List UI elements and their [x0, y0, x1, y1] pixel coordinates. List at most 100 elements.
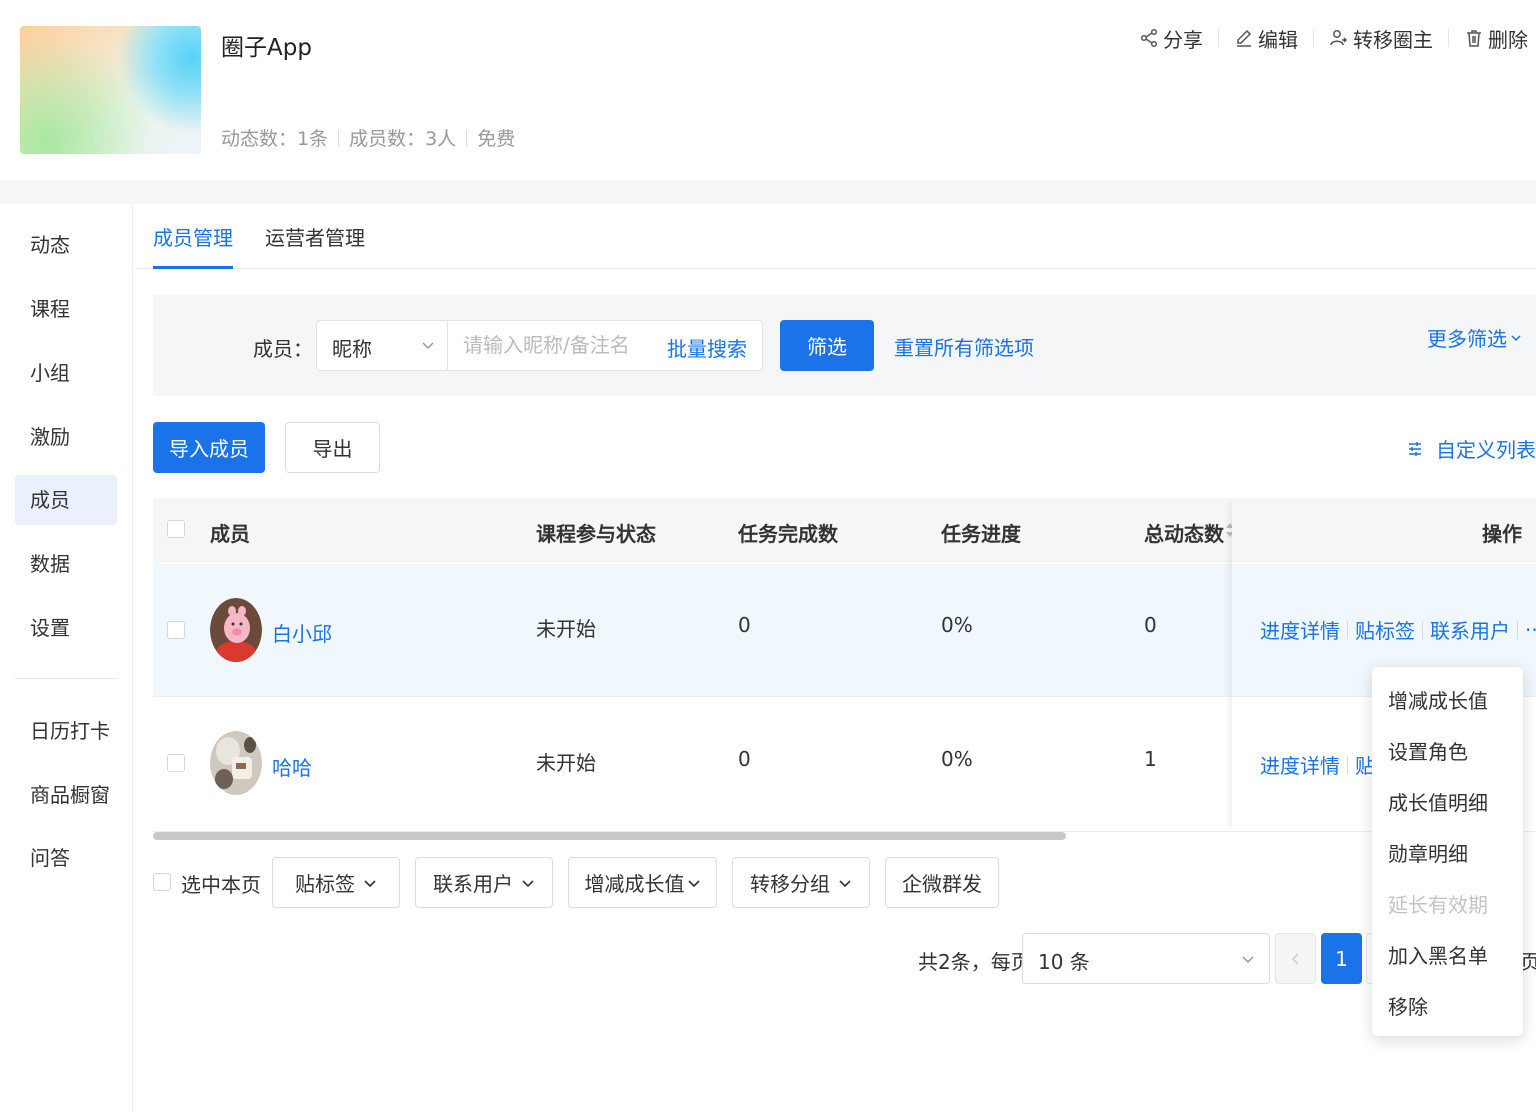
select-page-label[interactable]: 选中本页	[181, 869, 261, 898]
link-divider	[1347, 755, 1348, 774]
course-status-cell: 未开始	[536, 751, 596, 775]
page-number-current[interactable]: 1	[1321, 933, 1362, 984]
sidebar-item-qa[interactable]: 问答	[15, 833, 117, 883]
more-actions-menu: 增减成长值 设置角色 成长值明细 勋章明细 延长有效期 加入黑名单 移除	[1372, 667, 1523, 1036]
tasks-done-cell: 0	[738, 613, 751, 637]
column-header-total-posts[interactable]: 总动态数	[1144, 518, 1224, 547]
menu-item-remove[interactable]: 移除	[1388, 991, 1428, 1020]
member-search-input[interactable]	[463, 333, 663, 357]
share-button[interactable]: 分享	[1139, 24, 1203, 53]
delete-button[interactable]: 删除	[1464, 24, 1528, 53]
search-box: 批量搜索	[448, 320, 763, 371]
user-transfer-icon	[1330, 30, 1348, 46]
select-page-checkbox[interactable]	[153, 873, 171, 891]
stat-divider	[338, 129, 340, 146]
more-filters-toggle[interactable]: 更多筛选	[1427, 323, 1522, 352]
chevron-down-icon	[1511, 334, 1521, 341]
link-divider	[1347, 620, 1348, 639]
avatar	[210, 598, 262, 662]
contact-user-link[interactable]: 联系用户	[1430, 615, 1510, 644]
column-header-task-progress: 任务进度	[941, 522, 1021, 546]
chevron-down-icon	[839, 879, 851, 887]
custom-columns-label: 自定义列表	[1436, 438, 1536, 462]
menu-item-set-role[interactable]: 设置角色	[1388, 736, 1468, 765]
sidebar-nav: 动态 课程 小组 激励 成员 数据 设置 日历打卡 商品橱窗 问答	[0, 204, 133, 1112]
chevron-down-icon	[364, 879, 376, 887]
more-actions-icon[interactable]: ···	[1525, 618, 1536, 642]
transfer-owner-label: 转移圈主	[1353, 27, 1433, 52]
batch-growth-dropdown[interactable]: 增减成长值	[568, 857, 717, 908]
edit-label: 编辑	[1258, 27, 1298, 52]
tab-operator-management[interactable]: 运营者管理	[265, 222, 365, 269]
reset-filters-link[interactable]: 重置所有筛选项	[894, 332, 1034, 361]
prev-page-button[interactable]	[1275, 933, 1316, 984]
tab-bar: 成员管理 运营者管理	[133, 204, 1536, 269]
pagination-total: 共2条，每页	[918, 950, 1031, 974]
share-label: 分享	[1163, 27, 1203, 52]
horizontal-scrollbar[interactable]	[153, 832, 1066, 840]
total-posts-cell: 1	[1144, 747, 1157, 771]
chevron-down-icon	[687, 879, 700, 887]
sidebar-item-posts[interactable]: 动态	[15, 220, 117, 270]
member-name-link[interactable]: 哈哈	[272, 752, 312, 781]
action-divider	[1218, 29, 1219, 47]
filter-button[interactable]: 筛选	[780, 320, 874, 371]
sidebar-item-incentives[interactable]: 激励	[15, 412, 117, 462]
sidebar-item-product-showcase[interactable]: 商品橱窗	[15, 770, 117, 820]
row-checkbox[interactable]	[167, 621, 185, 639]
edit-button[interactable]: 编辑	[1234, 24, 1298, 53]
more-filters-label: 更多筛选	[1427, 327, 1507, 351]
batch-contact-dropdown[interactable]: 联系用户	[415, 857, 553, 908]
batch-growth-label: 增减成长值	[584, 872, 685, 896]
sidebar-item-settings[interactable]: 设置	[15, 603, 117, 653]
share-icon	[1140, 28, 1158, 48]
menu-item-add-blacklist[interactable]: 加入黑名单	[1388, 940, 1488, 969]
wecom-group-send-button[interactable]: 企微群发	[885, 857, 999, 908]
batch-transfer-group-dropdown[interactable]: 转移分组	[732, 857, 870, 908]
batch-search-link[interactable]: 批量搜索	[667, 333, 747, 362]
sidebar-item-calendar-checkin[interactable]: 日历打卡	[15, 706, 117, 756]
task-progress-cell: 0%	[941, 747, 973, 771]
menu-item-adjust-growth[interactable]: 增减成长值	[1388, 685, 1488, 714]
menu-item-badge-details[interactable]: 勋章明细	[1388, 838, 1468, 867]
member-table: 成员 课程参与状态 任务完成数 任务进度 总动态数 白小邱 未开始 0 0% 0…	[153, 498, 1536, 832]
sliders-icon	[1409, 441, 1421, 456]
row-checkbox[interactable]	[167, 754, 185, 772]
search-field-value: 昵称	[332, 337, 372, 361]
custom-columns-button[interactable]: 自定义列表	[1406, 434, 1536, 463]
chevron-down-icon	[422, 342, 434, 350]
link-divider	[1517, 620, 1518, 639]
export-button[interactable]: 导出	[285, 422, 380, 473]
sidebar-item-courses[interactable]: 课程	[15, 284, 117, 334]
batch-tag-dropdown[interactable]: 贴标签	[272, 857, 400, 908]
chevron-down-icon	[1242, 956, 1254, 964]
member-name-link[interactable]: 白小邱	[272, 618, 332, 647]
transfer-owner-button[interactable]: 转移圈主	[1329, 24, 1433, 53]
select-all-checkbox[interactable]	[167, 520, 185, 538]
column-header-actions: 操作	[1482, 522, 1522, 546]
sidebar-item-data[interactable]: 数据	[15, 539, 117, 589]
menu-item-growth-details[interactable]: 成长值明细	[1388, 787, 1488, 816]
price-type: 免费	[477, 128, 516, 150]
import-members-button[interactable]: 导入成员	[153, 422, 265, 473]
column-header-member: 成员	[210, 522, 250, 546]
member-count: 成员数：3人	[349, 128, 457, 150]
progress-detail-link[interactable]: 进度详情	[1260, 615, 1340, 644]
tab-member-management[interactable]: 成员管理	[153, 222, 233, 269]
task-progress-cell: 0%	[941, 613, 973, 637]
member-filter-label: 成员：	[253, 337, 313, 361]
progress-detail-link[interactable]: 进度详情	[1260, 750, 1340, 779]
page-size-select[interactable]: 10 条	[1022, 933, 1270, 984]
circle-cover-image	[20, 26, 201, 154]
menu-item-extend-validity: 延长有效期	[1388, 893, 1488, 917]
course-status-cell: 未开始	[536, 617, 596, 641]
tag-link[interactable]: 贴标签	[1355, 615, 1415, 644]
section-separator	[0, 180, 1536, 204]
circle-stats: 动态数：1条 成员数：3人 免费	[221, 124, 515, 151]
sidebar-item-members[interactable]: 成员	[15, 475, 117, 525]
sidebar-item-groups[interactable]: 小组	[15, 348, 117, 398]
total-posts-cell: 0	[1144, 613, 1157, 637]
sidebar-divider	[15, 678, 117, 679]
stat-divider	[466, 129, 468, 146]
search-field-select[interactable]: 昵称	[316, 320, 448, 371]
